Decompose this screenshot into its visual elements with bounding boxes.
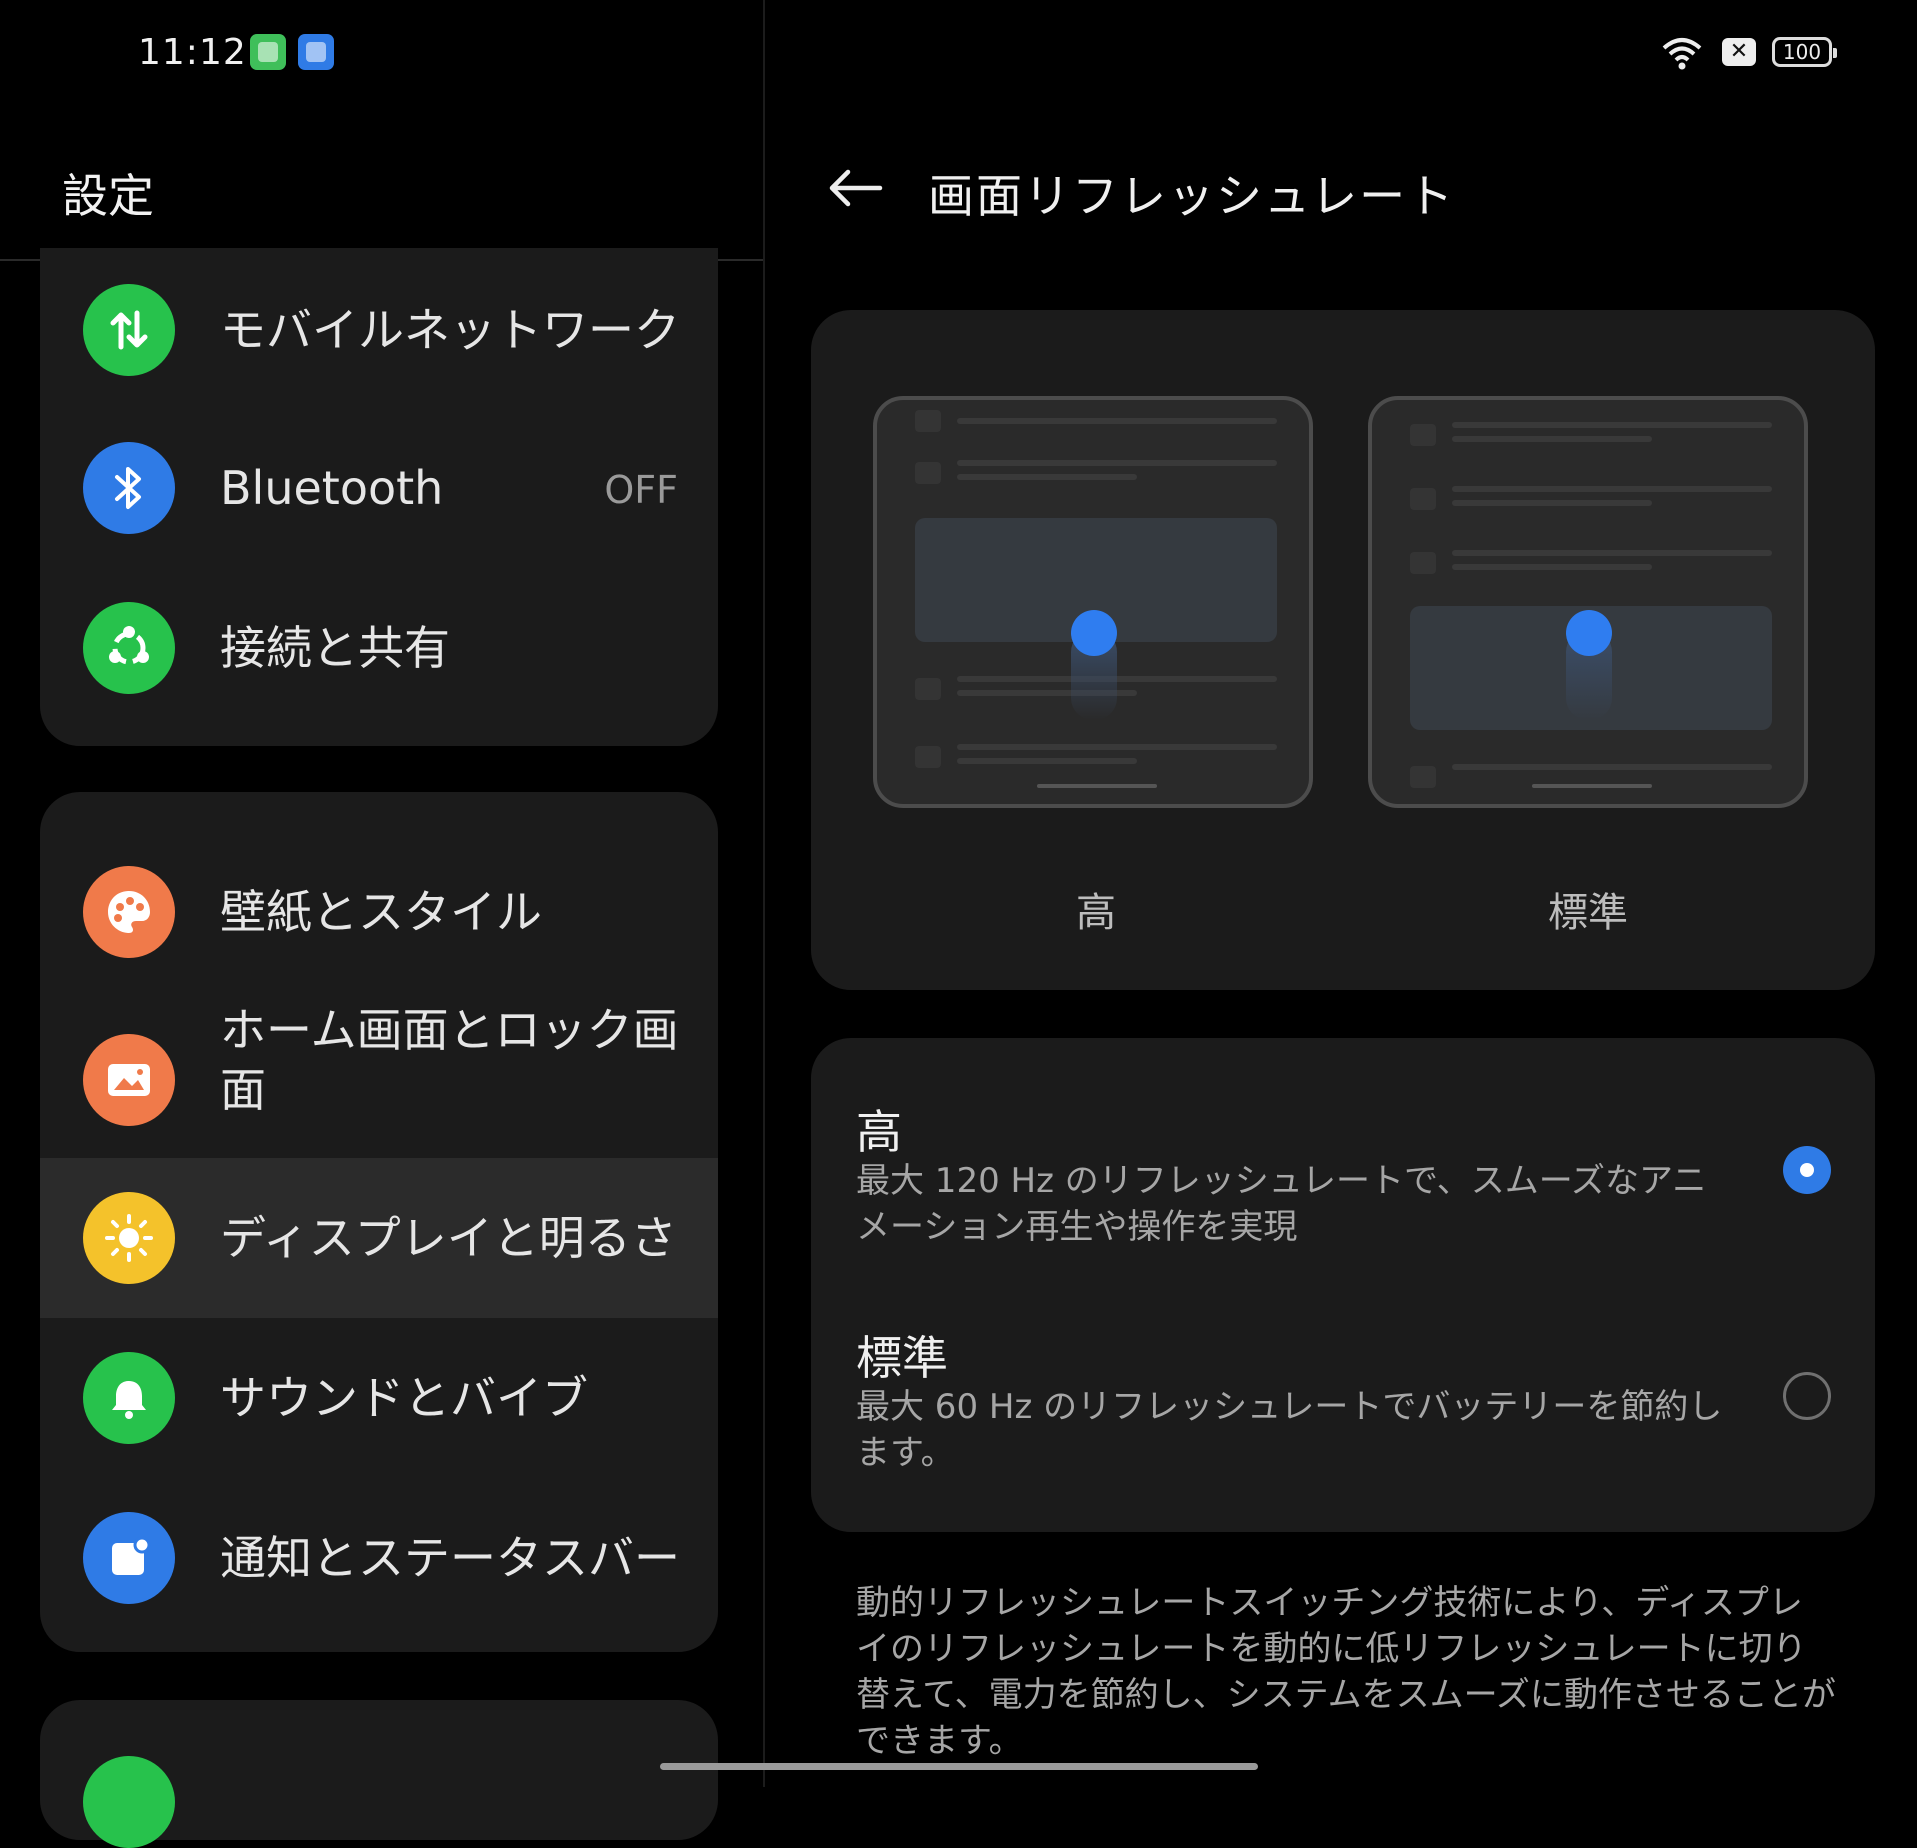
settings-item-label: 接続と共有: [220, 621, 450, 675]
settings-item-label: Bluetooth: [220, 461, 444, 515]
preview-label-high: 高: [1076, 890, 1116, 936]
bluetooth-icon: [83, 442, 175, 534]
settings-item-label: モバイルネットワーク: [220, 303, 680, 357]
option-title: 高: [856, 1105, 902, 1159]
battery-level: 100: [1782, 40, 1822, 64]
palette-icon: [83, 866, 175, 958]
share-icon: [83, 602, 175, 694]
option-standard[interactable]: 標準 最大 60 Hz のリフレッシュレートでバッテリーを節約します。: [811, 1268, 1875, 1532]
settings-item-home-lock-screen[interactable]: ホーム画面とロック画面: [40, 992, 718, 1152]
app-notification-icon: [250, 34, 286, 70]
mobile-network-icon: [83, 284, 175, 376]
option-description: 最大 120 Hz のリフレッシュレートで、スムーズなアニメーション再生や操作を…: [856, 1161, 1707, 1247]
option-description: 最大 60 Hz のリフレッシュレートでバッテリーを節約します。: [856, 1387, 1723, 1473]
app-notification-icon: [298, 34, 334, 70]
preview-high-refresh[interactable]: [873, 396, 1313, 808]
bluetooth-status: OFF: [604, 468, 678, 512]
settings-title: 設定: [62, 169, 154, 223]
wifi-icon: [1662, 38, 1702, 70]
settings-item-connection-sharing[interactable]: 接続と共有: [40, 568, 718, 728]
refresh-rate-explanation: 動的リフレッシュレートスイッチング技術により、ディスプレイのリフレッシュレートを…: [856, 1583, 1836, 1761]
settings-item-sound-vibration[interactable]: サウンドとバイブ: [40, 1318, 718, 1478]
option-title: 標準: [856, 1331, 948, 1385]
settings-item-label: 通知とステータスバー: [220, 1531, 680, 1585]
settings-group-connectivity: モバイルネットワーク Bluetooth OFF 接続と共有: [40, 248, 718, 746]
bell-icon: [83, 1352, 175, 1444]
page-title: 画面リフレッシュレート: [928, 169, 1456, 223]
battery-icon: 100: [1772, 37, 1837, 67]
pane-divider: [763, 0, 765, 1787]
back-arrow-icon[interactable]: [826, 166, 884, 210]
x-icon: ✕: [1722, 38, 1756, 66]
settings-item-label: 壁紙とスタイル: [220, 885, 542, 939]
settings-item-label: ホーム画面とロック画面: [220, 1003, 679, 1117]
settings-item-display-brightness[interactable]: ディスプレイと明るさ: [40, 1158, 718, 1318]
status-time: 11:12: [138, 32, 247, 73]
apps-icon: [83, 1756, 175, 1848]
refresh-rate-options: 高 最大 120 Hz のリフレッシュレートで、スムーズなアニメーション再生や操…: [811, 1038, 1875, 1532]
settings-group-apps: [40, 1700, 718, 1848]
option-high[interactable]: 高 最大 120 Hz のリフレッシュレートで、スムーズなアニメーション再生や操…: [811, 1038, 1875, 1268]
brightness-icon: [83, 1192, 175, 1284]
settings-item-mobile-network[interactable]: モバイルネットワーク: [40, 248, 718, 408]
settings-item-label: ディスプレイと明るさ: [220, 1211, 677, 1265]
settings-item-wallpaper-style[interactable]: 壁紙とスタイル: [40, 808, 718, 968]
settings-item-notification-statusbar[interactable]: 通知とステータスバー: [40, 1478, 718, 1638]
preview-standard-refresh[interactable]: [1368, 396, 1808, 808]
radio-high-selected[interactable]: [1783, 1146, 1831, 1194]
settings-group-personalization: 壁紙とスタイル ホーム画面とロック画面 ディスプレイと明るさ サウンドとバイブ …: [40, 792, 718, 1652]
settings-item-label: サウンドとバイブ: [220, 1371, 588, 1425]
settings-item-bluetooth[interactable]: Bluetooth OFF: [40, 408, 718, 568]
gesture-navigation-bar[interactable]: [660, 1763, 1258, 1770]
radio-standard[interactable]: [1783, 1372, 1831, 1420]
preview-label-standard: 標準: [1548, 890, 1628, 936]
notification-icon: [83, 1512, 175, 1604]
picture-icon: [83, 1034, 175, 1126]
